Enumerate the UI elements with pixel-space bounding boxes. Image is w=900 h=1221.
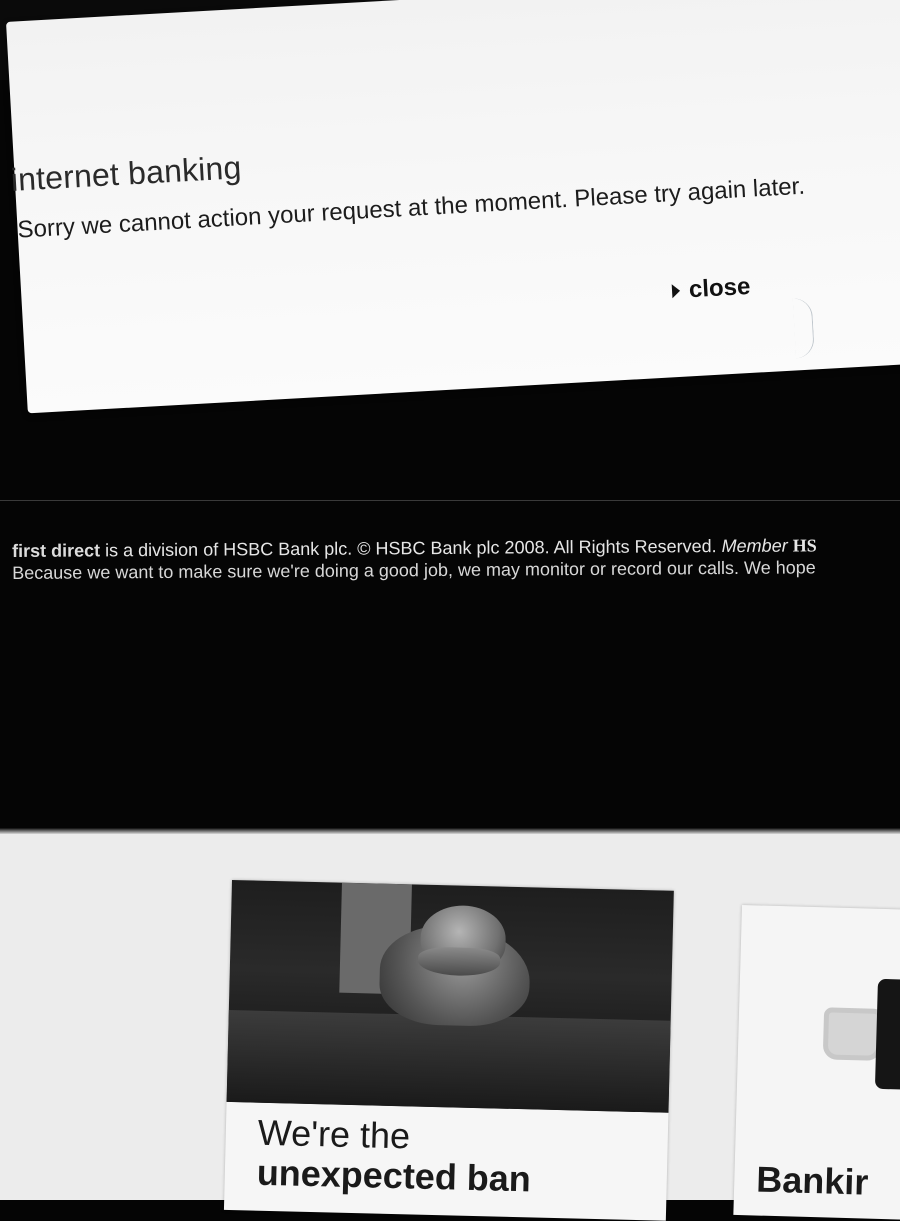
footer-member-tail: HS	[792, 535, 817, 556]
promo-card-banking[interactable]: Bankir	[733, 905, 900, 1221]
section-edge	[0, 828, 900, 834]
cursor-mark	[792, 297, 815, 359]
arrow-right-icon	[671, 283, 681, 299]
mobile-phone-icon	[874, 978, 900, 1090]
footer-brand: first direct	[12, 540, 101, 561]
platypus-photo	[226, 880, 674, 1113]
promo-card-2-heading: Bankir	[755, 1158, 869, 1203]
close-label: close	[688, 272, 752, 304]
telephone-icon	[822, 1007, 883, 1061]
promo-card-heading: We're the unexpected ban	[256, 1112, 658, 1203]
footer-member: Member	[721, 535, 793, 557]
heading-line-2: unexpected ban	[256, 1151, 532, 1200]
footer-divider	[0, 500, 900, 501]
dialog-title: internet banking	[9, 149, 243, 198]
close-button[interactable]: close	[671, 273, 751, 305]
promo-card-unexpected-bank[interactable]: We're the unexpected ban	[223, 880, 674, 1221]
error-dialog: internet banking Sorry we cannot action …	[6, 0, 900, 414]
legal-footer: first direct is a division of HSBC Bank …	[12, 533, 900, 584]
photo-table	[226, 1009, 671, 1113]
